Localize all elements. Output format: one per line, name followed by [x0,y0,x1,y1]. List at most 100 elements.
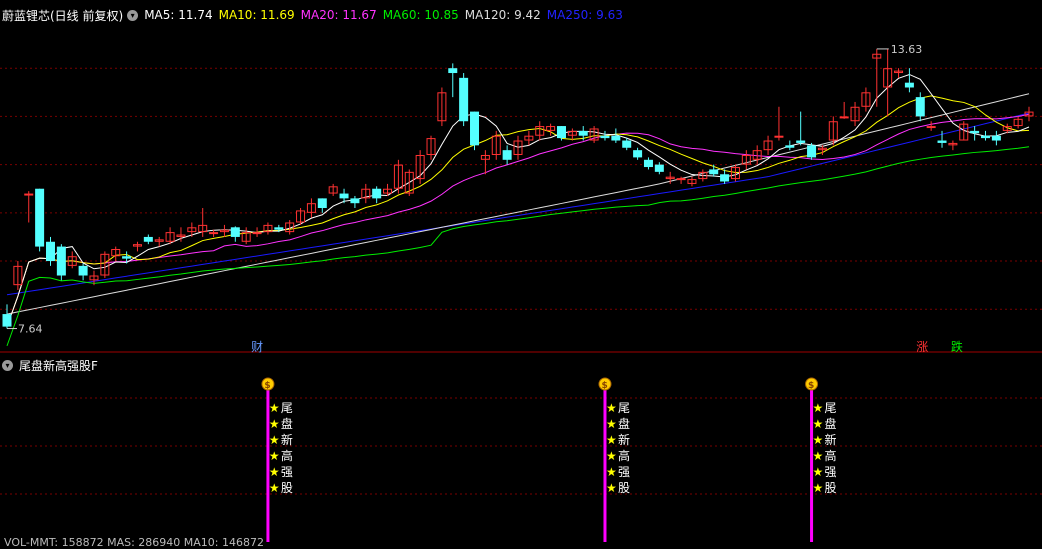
candle-body [339,193,349,199]
candle-body [991,135,1001,141]
star-icon: ★ [606,465,617,479]
signal-char: 尾 [281,401,293,415]
candle [459,73,469,127]
candle [111,246,121,262]
star-icon: ★ [813,465,824,479]
candle-body [317,198,327,209]
signal-char: 股 [618,481,630,495]
ma10-line [6,95,1030,327]
candle [535,121,545,141]
candle [2,304,12,329]
candle-body [45,241,55,262]
candle-body [578,130,588,136]
candlestick-chart[interactable]: 13.637.64财涨跌 $★ 尾★ 盘★ 新★ 高★ 强★ 股$★ 尾★ 盘★ 新★ 高★ 强★ 股$… [0,0,1042,542]
candle [861,87,871,112]
dollar-sign: $ [601,381,607,391]
candle [306,198,316,218]
signal-char: 尾 [618,401,630,415]
candle [883,48,893,117]
candle [741,150,751,170]
candle [643,157,653,170]
signal-column: $★ 尾★ 盘★ 新★ 高★ 强★ 股 [805,377,837,542]
candle [524,130,534,146]
candle [872,48,882,107]
candle-body [252,232,262,235]
candle-body [502,150,512,160]
candle-body [785,145,795,148]
candle [241,227,251,245]
candle [328,183,338,196]
candle [393,159,403,194]
candle-body [143,236,153,242]
candle [948,140,958,151]
star-icon: ★ [606,449,617,463]
candle [426,135,436,160]
low-price-label: 7.64 [18,323,43,336]
candle [415,150,425,184]
stock-chart-window: 蔚蓝锂芯(日线 前复权) ▾ MA5: 11.74 MA10: 11.69 MA… [0,0,1042,549]
candle [263,222,273,235]
candle [622,138,632,151]
candle [926,121,936,131]
signal-char: 新 [618,432,630,447]
candle-body [981,135,991,139]
candle [654,162,664,175]
candle-body [926,126,936,129]
star-icon: ★ [269,449,280,463]
star-icon: ★ [606,433,617,447]
candle [187,222,197,237]
signal-char: 高 [618,448,630,463]
candle [350,195,360,209]
candle-body [600,135,610,139]
candle-body [274,227,284,230]
candle [13,261,23,290]
candle [763,135,773,155]
candle [991,130,1001,146]
candle-body [709,169,719,175]
candle-body [720,174,730,182]
signal-column: $★ 尾★ 盘★ 新★ 高★ 强★ 股 [261,377,293,542]
star-icon: ★ [606,481,617,495]
cai-marker: 财 [251,340,263,354]
candle [143,234,153,245]
candle-body [611,135,621,141]
candle-body [56,246,66,276]
candle [807,142,817,160]
candle [633,147,643,160]
star-icon: ★ [269,465,280,479]
signal-char: 盘 [281,416,293,431]
candle-body [122,256,132,259]
star-icon: ★ [813,481,824,495]
candle [165,227,175,245]
dollar-sign: $ [808,381,814,391]
candle-body [448,68,458,74]
candle [600,130,610,141]
candle-body [622,140,632,148]
candle [850,101,860,127]
candle [796,111,806,146]
candle-body [654,164,664,172]
signal-char: 高 [825,448,837,463]
candle [502,145,512,165]
candle [100,251,110,278]
signal-char: 盘 [618,416,630,431]
candle-body [230,227,240,237]
ma120-line [6,93,1030,315]
candle-body [904,82,914,88]
candle [67,251,77,269]
candle [981,130,991,141]
signal-char: 强 [618,465,630,479]
die-marker: 跌 [951,339,963,354]
candle [470,111,480,151]
candle [904,68,914,93]
candle-body [78,265,88,276]
candle-body [796,140,806,143]
star-icon: ★ [606,417,617,431]
star-icon: ★ [269,401,280,415]
candle-body [556,126,566,139]
candle [24,191,34,223]
signal-char: 股 [825,481,837,495]
candle [774,106,784,141]
candle [915,92,925,122]
candle-body [350,198,360,204]
